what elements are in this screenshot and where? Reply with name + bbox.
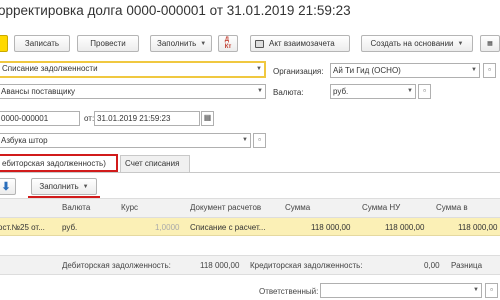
fill-button-label: Заполнить — [157, 39, 197, 48]
operation-type-field[interactable]: Списание задолженности ▼ — [0, 61, 266, 78]
save-button[interactable]: Записать — [14, 35, 70, 52]
counterparty-field[interactable]: Азбука штор ▼ — [0, 133, 251, 148]
organization-value: Ай Ти Гид (ОСНО) — [333, 66, 401, 75]
organization-label: Организация: — [273, 67, 324, 76]
chevron-down-icon[interactable]: ▼ — [473, 284, 479, 297]
dt-kt-icon: Д Кт — [224, 36, 232, 50]
more-icon[interactable]: ▦ — [480, 35, 500, 52]
cell-doc: ост.№25 от... — [0, 223, 45, 232]
chevron-down-icon[interactable]: ▼ — [407, 85, 413, 98]
organization-field[interactable]: Ай Ти Гид (ОСНО) ▼ — [330, 63, 480, 78]
responsible-field[interactable]: ▼ — [320, 283, 482, 298]
tabs-divider — [0, 172, 500, 173]
calendar-icon[interactable]: ▦ — [201, 111, 214, 126]
open-icon[interactable]: ▫ — [485, 283, 498, 298]
number-field[interactable]: 0000-000001 — [0, 111, 80, 126]
chevron-down-icon: ▼ — [82, 183, 89, 190]
operation-type-value: Списание задолженности — [2, 64, 98, 73]
date-field[interactable]: 31.01.2019 21:59:23 — [94, 111, 200, 126]
cell-rate: 1,0000 — [155, 223, 180, 232]
table-fill-button[interactable]: Заполнить ▼ — [31, 178, 97, 195]
fill-menu-button[interactable]: Заполнить ▼ — [150, 35, 212, 52]
move-down-button[interactable]: ⬇ — [0, 178, 16, 195]
cell-sum: 118 000,00 — [311, 223, 351, 232]
dt-kt-button[interactable]: Д Кт — [218, 35, 238, 52]
debt-type-value: Авансы поставщику — [1, 87, 76, 96]
date-label: от: — [84, 114, 95, 123]
currency-value: руб. — [333, 87, 349, 96]
diff-label: Разница — [451, 261, 483, 270]
number-value: 0000-000001 — [1, 114, 49, 123]
act-offset-label: Акт взаимозачета — [269, 39, 335, 48]
open-icon[interactable]: ▫ — [253, 133, 266, 148]
col-rate: Курс — [121, 203, 139, 212]
cell-currency: руб. — [62, 223, 78, 232]
debt-type-field[interactable]: Авансы поставщику ▼ — [0, 84, 266, 99]
responsible-label: Ответственный: — [259, 287, 319, 296]
page-title: орректировка долга 0000-000001 от 31.01.… — [0, 3, 351, 18]
chevron-down-icon: ▼ — [200, 40, 207, 47]
chevron-down-icon[interactable]: ▼ — [257, 85, 263, 98]
col-sum-v: Сумма в — [436, 203, 468, 212]
tab-write-off-account[interactable]: Счет списания — [120, 155, 190, 173]
credit-value: 0,00 — [424, 261, 440, 270]
chevron-down-icon[interactable]: ▼ — [256, 64, 262, 75]
currency-field[interactable]: руб. ▼ — [330, 84, 416, 99]
cell-settlement: Списание с расчет... — [190, 223, 266, 232]
printer-icon — [255, 39, 264, 48]
post-and-close-button[interactable] — [0, 35, 8, 52]
open-icon[interactable]: ▫ — [418, 84, 431, 99]
open-icon[interactable]: ▫ — [483, 63, 496, 78]
counterparty-value: Азбука штор — [1, 136, 48, 145]
debit-value: 118 000,00 — [200, 261, 240, 270]
create-based-on-label: Создать на основании — [370, 39, 454, 48]
tab-debt[interactable]: ебиторская задолженность) — [0, 154, 118, 172]
chevron-down-icon[interactable]: ▼ — [471, 64, 477, 77]
arrow-down-icon: ⬇ — [1, 181, 11, 193]
cell-sum-nu: 118 000,00 — [385, 223, 425, 232]
act-offset-button[interactable]: Акт взаимозачета — [250, 35, 350, 52]
currency-label: Валюта: — [273, 88, 304, 97]
debit-label: Дебиторская задолженность: — [62, 261, 171, 270]
chevron-down-icon[interactable]: ▼ — [242, 134, 248, 147]
cell-sum-v: 118 000,00 — [458, 223, 498, 232]
col-settlement-doc: Документ расчетов — [190, 203, 262, 212]
chevron-down-icon: ▼ — [457, 40, 464, 47]
col-sum: Сумма — [285, 203, 311, 212]
date-value: 31.01.2019 21:59:23 — [97, 114, 171, 123]
post-button[interactable]: Провести — [77, 35, 139, 52]
col-sum-nu: Сумма НУ — [362, 203, 401, 212]
create-based-on-button[interactable]: Создать на основании ▼ — [361, 35, 473, 52]
table-fill-label: Заполнить — [39, 182, 79, 191]
col-currency: Валюта — [62, 203, 91, 212]
credit-label: Кредиторская задолженность: — [250, 261, 363, 270]
